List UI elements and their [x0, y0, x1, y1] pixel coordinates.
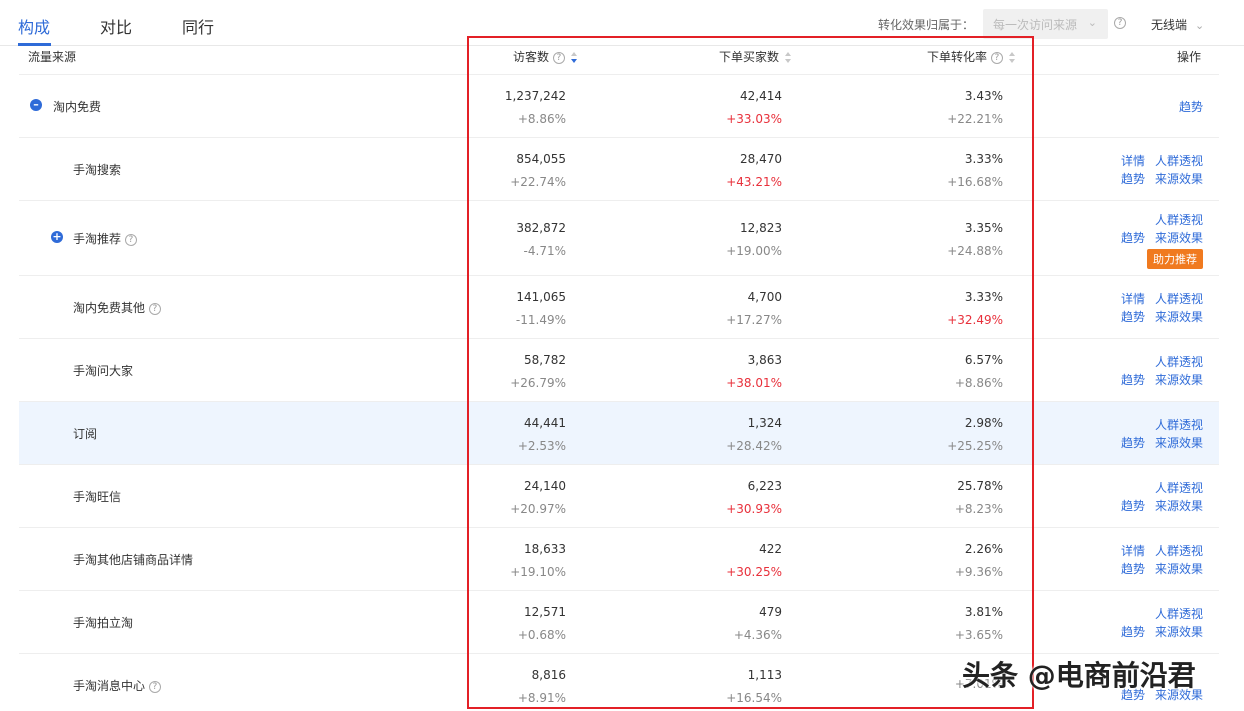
trend-link[interactable]: 趋势: [1121, 231, 1145, 245]
source-name-label: 手淘推荐: [73, 232, 122, 246]
crowd-link[interactable]: 人群透视: [1155, 154, 1203, 168]
source-effect-link[interactable]: 来源效果: [1155, 172, 1203, 186]
trend-link[interactable]: 趋势: [1121, 625, 1145, 639]
source-name: 手淘拍立淘: [73, 616, 134, 630]
crowd-link[interactable]: 人群透视: [1155, 544, 1203, 558]
help-icon[interactable]: ?: [148, 680, 161, 693]
source-name: 手淘搜索: [73, 163, 122, 177]
expand-icon[interactable]: +: [51, 231, 63, 243]
trend-link[interactable]: 趋势: [1121, 562, 1145, 576]
crowd-link[interactable]: 人群透视: [1155, 481, 1203, 495]
source-effect-link[interactable]: 来源效果: [1155, 436, 1203, 450]
source-name: 淘内免费: [53, 100, 102, 114]
source-name: 手淘消息中心 ?: [73, 677, 161, 694]
tab-composition[interactable]: 构成: [18, 14, 50, 38]
device-select[interactable]: 无线端 ⌄: [1151, 16, 1204, 33]
device-value: 无线端: [1151, 18, 1188, 32]
source-effect-link[interactable]: 来源效果: [1155, 562, 1203, 576]
help-icon[interactable]: ?: [1114, 17, 1126, 29]
detail-link[interactable]: 详情: [1121, 544, 1145, 558]
highlight-box: [467, 36, 1034, 709]
crowd-link[interactable]: 人群透视: [1155, 418, 1203, 432]
crowd-link[interactable]: 人群透视: [1155, 355, 1203, 369]
crowd-link[interactable]: 人群透视: [1155, 607, 1203, 621]
source-effect-link[interactable]: 来源效果: [1155, 625, 1203, 639]
watermark: 头条 @电商前沿君: [962, 659, 1196, 692]
boost-recommend-button[interactable]: 助力推荐: [1147, 249, 1203, 269]
source-effect-link[interactable]: 来源效果: [1155, 310, 1203, 324]
source-name: 手淘其他店铺商品详情: [73, 553, 194, 567]
trend-link[interactable]: 趋势: [1179, 100, 1203, 114]
source-effect-link[interactable]: 来源效果: [1155, 231, 1203, 245]
help-icon[interactable]: ?: [148, 302, 161, 315]
chevron-down-icon: ⌄: [1195, 19, 1205, 32]
tab-peers[interactable]: 同行: [182, 14, 214, 38]
detail-link[interactable]: 详情: [1121, 292, 1145, 306]
trend-link[interactable]: 趋势: [1121, 499, 1145, 513]
attribution-value: 每一次访问来源: [993, 18, 1078, 32]
header-ops: 操作: [1177, 50, 1202, 64]
source-name: 手淘旺信: [73, 490, 122, 504]
attribution-select[interactable]: 每一次访问来源 ⌄: [983, 9, 1108, 39]
source-name: 淘内免费其他 ?: [73, 299, 161, 316]
trend-link[interactable]: 趋势: [1121, 373, 1145, 387]
crowd-link[interactable]: 人群透视: [1155, 213, 1203, 227]
source-name: 订阅: [73, 427, 98, 441]
crowd-link[interactable]: 人群透视: [1155, 292, 1203, 306]
trend-link[interactable]: 趋势: [1121, 310, 1145, 324]
source-name: 手淘问大家: [73, 364, 134, 378]
source-name-label: 手淘消息中心: [73, 679, 146, 693]
collapse-icon[interactable]: –: [30, 99, 42, 111]
tab-compare[interactable]: 对比: [100, 14, 132, 38]
trend-link[interactable]: 趋势: [1121, 172, 1145, 186]
help-icon[interactable]: ?: [124, 233, 137, 246]
source-effect-link[interactable]: 来源效果: [1155, 499, 1203, 513]
source-effect-link[interactable]: 来源效果: [1155, 373, 1203, 387]
trend-link[interactable]: 趋势: [1121, 436, 1145, 450]
chevron-down-icon: ⌄: [1087, 16, 1097, 29]
source-name-label: 淘内免费其他: [73, 301, 146, 315]
source-name: 手淘推荐 ?: [73, 230, 137, 247]
detail-link[interactable]: 详情: [1121, 154, 1145, 168]
attribution-label: 转化效果归属于：: [878, 18, 975, 32]
header-source: 流量来源: [28, 50, 77, 64]
